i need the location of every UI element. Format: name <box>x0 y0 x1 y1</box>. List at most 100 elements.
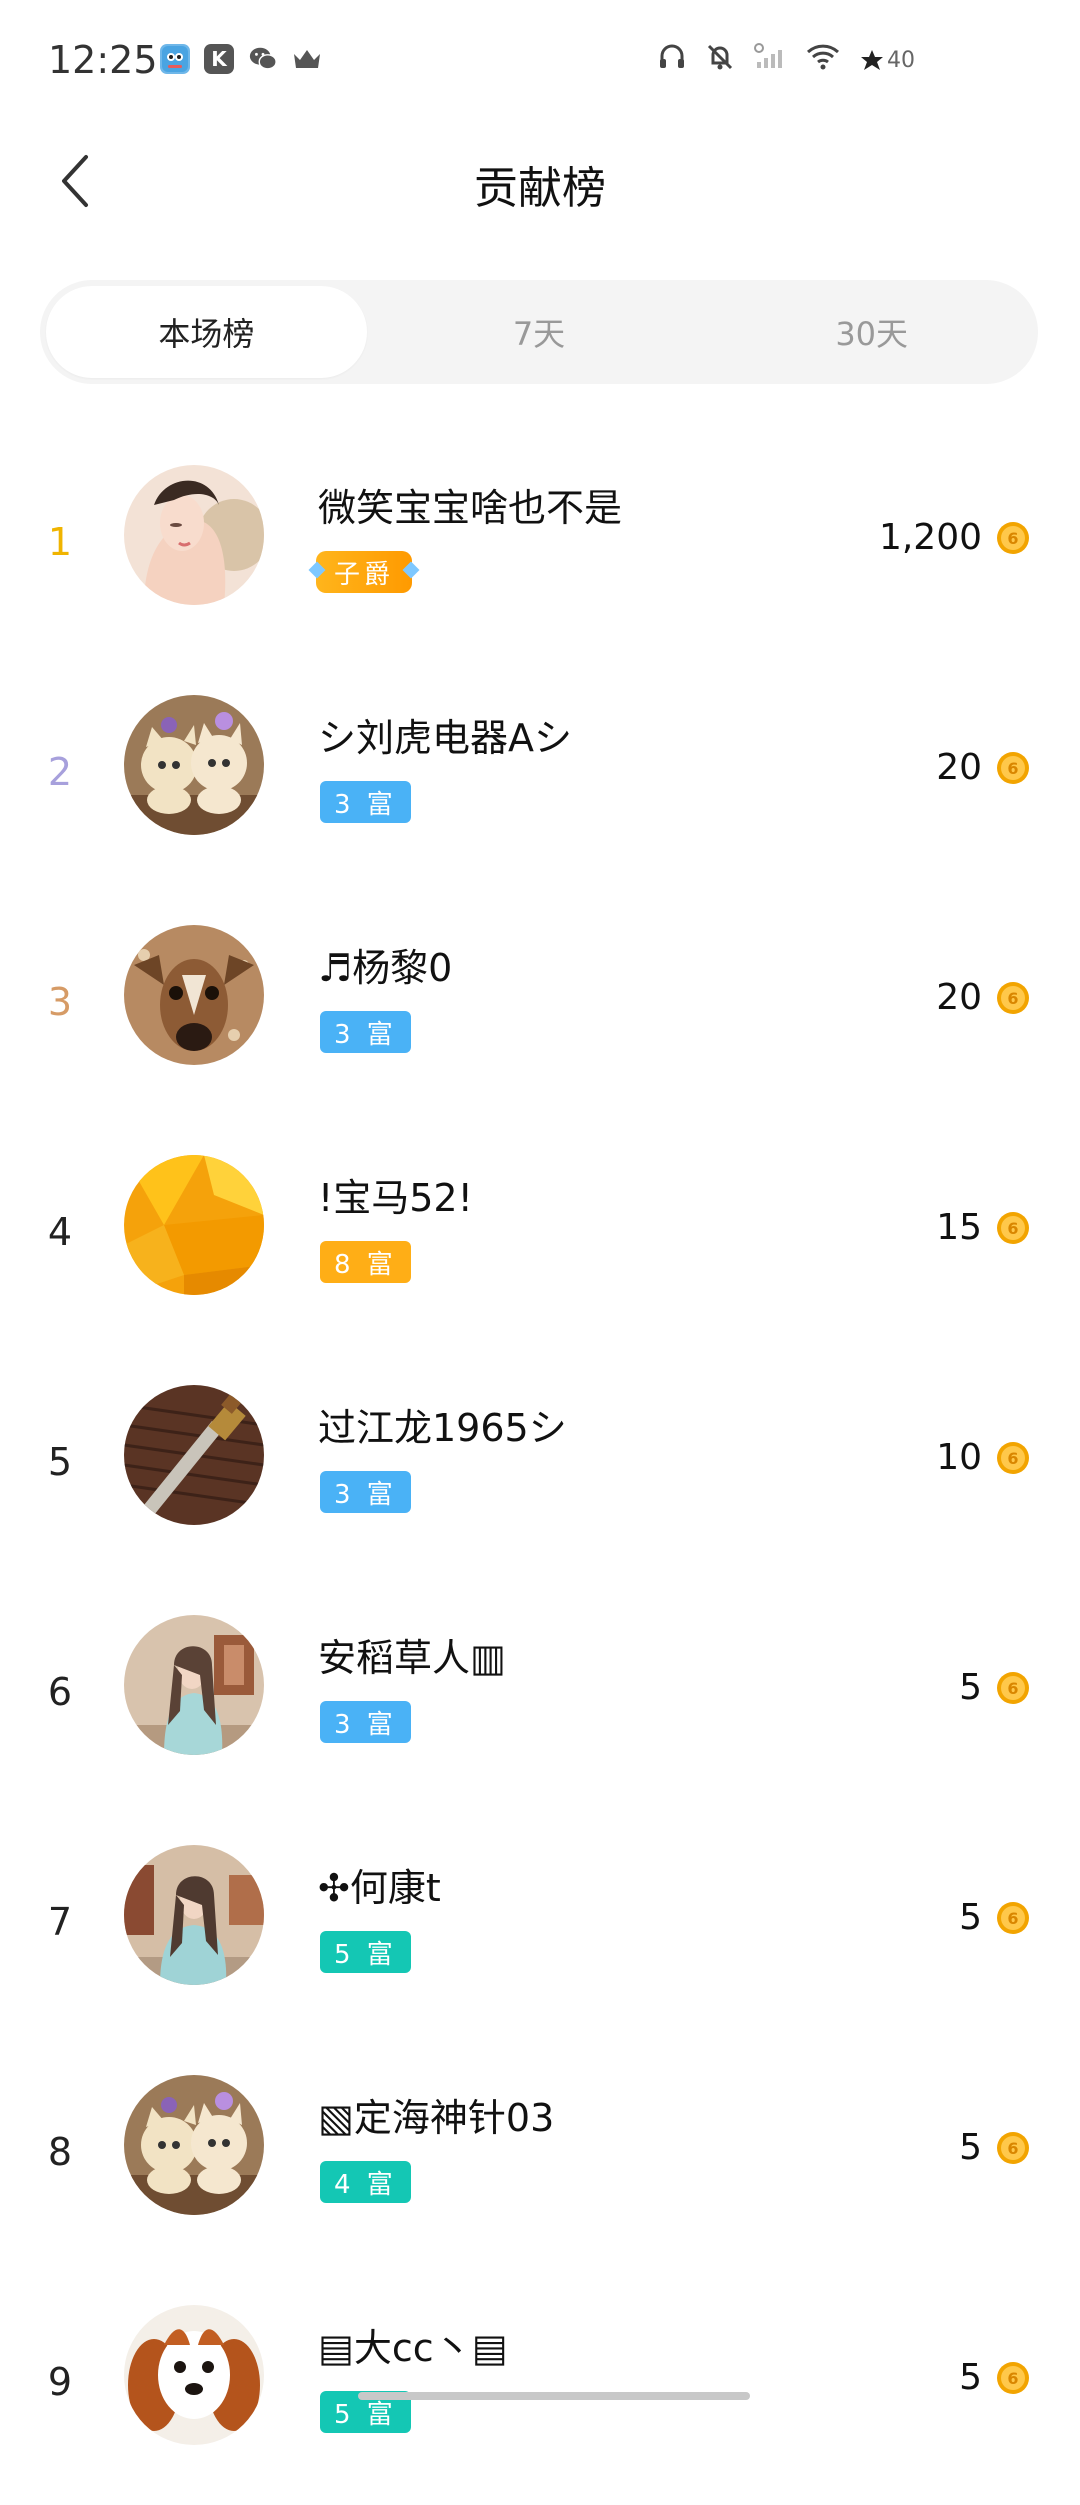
rank-number: 4 <box>47 1210 73 1254</box>
rank-number: 3 <box>47 980 73 1024</box>
contribution-ranking-list: 1 微笑宝宝啥也不是 子爵 1,200 6 2 シ刘虎电器Aシ 3 富 20 6 3 <box>0 435 1080 2505</box>
rank-number: 7 <box>47 1900 73 1944</box>
headphone-icon <box>657 42 687 79</box>
status-app-icons: K <box>160 44 322 74</box>
coin-icon: 6 <box>996 521 1030 555</box>
contribution-score: 5 <box>959 2127 982 2168</box>
rank-row[interactable]: 9 ▤大cc丶▤ 5 富56 <box>0 2275 1080 2505</box>
wealth-level-badge: 4 富 <box>320 2161 411 2203</box>
rank-number: 2 <box>47 750 73 794</box>
wealth-level-badge: 5 富 <box>320 1931 411 1973</box>
coin-icon: 6 <box>996 1441 1030 1475</box>
score-group: 20 6 <box>936 747 1030 788</box>
score-group: 20 6 <box>936 977 1030 1018</box>
score-group: 56 <box>959 1897 1030 1938</box>
rank-number: 9 <box>47 2360 73 2404</box>
svg-text:6: 6 <box>1007 1679 1018 1698</box>
user-avatar[interactable] <box>124 465 264 605</box>
user-avatar[interactable] <box>124 925 264 1065</box>
battery-level: 40 <box>887 48 915 73</box>
score-group: 56 <box>959 2357 1030 2398</box>
user-name: 过江龙1965シ <box>318 1406 567 1450</box>
rank-number: 1 <box>47 520 73 564</box>
page-title: 贡献榜 <box>474 163 606 214</box>
svg-text:6: 6 <box>1007 1219 1018 1238</box>
user-avatar[interactable] <box>124 1845 264 1985</box>
wealth-level-badge: 3 富 <box>320 1471 411 1513</box>
battery-icon: 40 <box>859 48 915 74</box>
score-group: 56 <box>959 2127 1030 2168</box>
tab-current-session[interactable]: 本场榜 <box>46 286 367 378</box>
k-app-icon: K <box>204 44 234 74</box>
user-avatar[interactable] <box>124 2305 264 2445</box>
status-time: 12:25 <box>48 38 158 82</box>
wealth-level-badge: 3 富 <box>320 781 411 823</box>
rank-row[interactable]: 6 安稻草人▥ 3 富56 <box>0 1585 1080 1815</box>
coin-icon: 6 <box>996 1671 1030 1705</box>
user-avatar[interactable] <box>124 1385 264 1525</box>
rank-row[interactable]: 2 シ刘虎电器Aシ 3 富 20 6 <box>0 665 1080 895</box>
rank-number: 8 <box>47 2130 73 2174</box>
contribution-score: 20 <box>936 747 982 788</box>
user-name: ♬杨黎0 <box>318 946 453 990</box>
user-name: 微笑宝宝啥也不是 <box>318 486 623 530</box>
tab-7-days[interactable]: 7天 <box>379 286 700 378</box>
score-group: 56 <box>959 1667 1030 1708</box>
rank-number: 6 <box>47 1670 73 1714</box>
svg-text:6: 6 <box>1007 759 1018 778</box>
contribution-score: 10 <box>936 1437 982 1478</box>
coin-icon: 6 <box>996 1211 1030 1245</box>
bell-off-icon <box>705 42 735 79</box>
svg-text:6: 6 <box>1007 989 1018 1008</box>
rank-row[interactable]: 4 !宝马52! 8 富 15 6 <box>0 1125 1080 1355</box>
rank-row[interactable]: 8 ▧定海神针03 4 富56 <box>0 2045 1080 2275</box>
user-avatar[interactable] <box>124 1155 264 1295</box>
svg-text:6: 6 <box>1007 2139 1018 2158</box>
svg-text:6: 6 <box>1007 2369 1018 2388</box>
svg-text:6: 6 <box>1007 529 1018 548</box>
svg-text:6: 6 <box>1007 1909 1018 1928</box>
score-group: 15 6 <box>936 1207 1030 1248</box>
coin-icon: 6 <box>996 1901 1030 1935</box>
coin-icon: 6 <box>996 2131 1030 2165</box>
contribution-score: 15 <box>936 1207 982 1248</box>
user-avatar[interactable] <box>124 695 264 835</box>
wealth-level-badge: 8 富 <box>320 1241 411 1283</box>
status-bar: 12:25 K 40 <box>0 0 1080 120</box>
user-name: ▤大cc丶▤ <box>318 2326 508 2370</box>
home-indicator <box>358 2392 750 2400</box>
svg-text:6: 6 <box>1007 1449 1018 1468</box>
status-right-icons: 40 <box>657 42 915 79</box>
contribution-score: 5 <box>959 1897 982 1938</box>
coin-icon: 6 <box>996 981 1030 1015</box>
noble-rank-badge: 子爵 <box>316 551 413 593</box>
score-group: 1,200 6 <box>879 517 1030 558</box>
wealth-level-badge: 3 富 <box>320 1011 411 1053</box>
contribution-score: 20 <box>936 977 982 1018</box>
user-name: ✣何康t <box>318 1866 441 1910</box>
contribution-score: 5 <box>959 1667 982 1708</box>
coin-icon: 6 <box>996 2361 1030 2395</box>
header: 贡献榜 <box>0 120 1080 240</box>
tab-30-days[interactable]: 30天 <box>711 286 1032 378</box>
user-name: !宝马52! <box>318 1176 473 1220</box>
rank-row[interactable]: 3 ♬杨黎0 3 富 20 6 <box>0 895 1080 1125</box>
user-name: 安稻草人▥ <box>318 1636 506 1680</box>
user-name: ▧定海神针03 <box>318 2096 555 2140</box>
user-avatar[interactable] <box>124 1615 264 1755</box>
contribution-score: 5 <box>959 2357 982 2398</box>
ranking-period-tabs: 本场榜 7天 30天 <box>40 280 1038 384</box>
user-avatar[interactable] <box>124 2075 264 2215</box>
contribution-score: 1,200 <box>878 517 982 558</box>
wechat-icon <box>248 44 278 74</box>
rank-row[interactable]: 7 ✣何康t 5 富56 <box>0 1815 1080 2045</box>
score-group: 10 6 <box>936 1437 1030 1478</box>
rank-row[interactable]: 5 过江龙1965シ 3 富 10 6 <box>0 1355 1080 1585</box>
game-app-icon <box>160 44 190 74</box>
crown-icon <box>292 44 322 74</box>
wealth-level-badge: 3 富 <box>320 1701 411 1743</box>
rank-number: 5 <box>47 1440 73 1484</box>
signal-icon <box>753 42 787 79</box>
rank-row[interactable]: 1 微笑宝宝啥也不是 子爵 1,200 6 <box>0 435 1080 665</box>
user-name: シ刘虎电器Aシ <box>318 716 572 760</box>
